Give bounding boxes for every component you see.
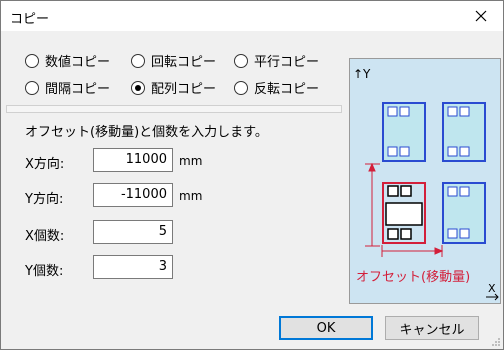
x-count-input[interactable]: 5 [93, 220, 173, 244]
x-axis-label: X [488, 282, 496, 295]
radio-label: 回転コピー [151, 55, 217, 70]
radio-label: 数値コピー [45, 55, 111, 70]
close-icon [475, 10, 487, 22]
x-offset-label: X方向: [25, 157, 65, 172]
radio-parallel-copy[interactable]: 平行コピー [234, 51, 319, 70]
separator [6, 105, 342, 113]
ok-button[interactable]: OK [279, 316, 373, 340]
y-offset-input[interactable]: -11000 [93, 183, 173, 207]
radio-label: 間隔コピー [45, 82, 111, 97]
y-axis-label: ↑Y [353, 67, 371, 81]
array-preview: ↑Y オフセット(移動量) X [349, 58, 501, 304]
radio-indicator [131, 53, 145, 68]
window-title: コピー [10, 12, 50, 27]
array-item [442, 182, 486, 244]
x-count-label: X個数: [25, 229, 65, 244]
close-button[interactable] [459, 1, 503, 31]
radio-label: 平行コピー [254, 55, 320, 70]
radio-indicator [25, 53, 39, 68]
array-item [442, 102, 486, 162]
radio-label: 反転コピー [254, 82, 320, 97]
array-preview-diagram: ↑Y オフセット(移動量) X [353, 67, 499, 301]
y-offset-unit: mm [179, 189, 203, 203]
radio-indicator [234, 53, 248, 68]
title-bar: コピー [1, 1, 503, 31]
y-count-input[interactable]: 3 [93, 255, 173, 279]
resize-grip-icon[interactable] [491, 337, 501, 347]
radio-label: 配列コピー [151, 82, 217, 97]
radio-indicator [234, 80, 248, 95]
radio-rotate-copy[interactable]: 回転コピー [131, 51, 216, 70]
array-item [382, 102, 426, 162]
copy-dialog: コピー 数値コピー 回転コピー 平行コピー 間隔コピー 配列コピー 反転コピー … [0, 0, 504, 350]
radio-indicator [131, 80, 145, 95]
radio-mirror-copy[interactable]: 反転コピー [234, 78, 319, 97]
instruction-text: オフセット(移動量)と個数を入力します。 [25, 125, 268, 140]
x-offset-input[interactable]: 11000 [93, 148, 173, 172]
radio-indicator [25, 80, 39, 95]
radio-interval-copy[interactable]: 間隔コピー [25, 78, 110, 97]
radio-numeric-copy[interactable]: 数値コピー [25, 51, 110, 70]
x-offset-unit: mm [179, 154, 203, 168]
radio-array-copy[interactable]: 配列コピー [131, 78, 216, 97]
y-count-label: Y個数: [25, 264, 64, 279]
original-item [382, 182, 426, 244]
y-offset-label: Y方向: [25, 192, 64, 207]
cancel-button[interactable]: キャンセル [385, 316, 479, 340]
offset-caption: オフセット(移動量) [356, 270, 470, 285]
